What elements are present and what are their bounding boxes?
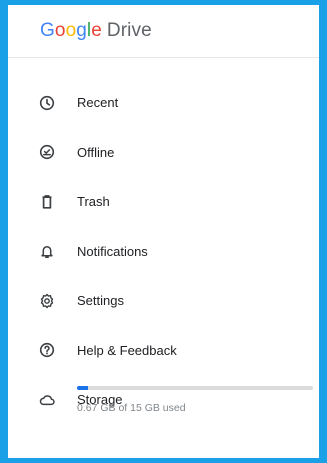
bell-icon [39,243,55,259]
help-icon [39,342,55,358]
google-drive-logo: Google Drive [40,20,152,41]
menu-item-label: Notifications [77,243,148,259]
menu-item-storage[interactable]: Storage [8,375,319,425]
trash-icon [39,194,55,210]
menu-item-label: Recent [77,95,119,111]
storage-usage-text: 0.67 GB of 15 GB used [77,402,186,414]
storage-progress-bar [77,386,313,390]
storage-progress-fill [77,386,88,390]
menu-item-notifications[interactable]: Notifications [8,227,319,277]
cloud-icon [39,392,55,408]
menu-item-recent[interactable]: Recent [8,78,319,128]
gear-icon [39,293,55,309]
menu-item-label: Offline [77,144,115,160]
menu-item-label: Trash [77,194,110,210]
menu-item-label: Settings [77,293,124,309]
drive-navigation-drawer: Google Drive Recent Offline Trash Notifi… [8,5,319,458]
drawer-menu: Recent Offline Trash Notifications Setti… [8,58,319,425]
clock-icon [39,95,55,111]
menu-item-label: Help & Feedback [77,342,177,358]
menu-item-trash[interactable]: Trash [8,177,319,227]
offline-check-icon [39,144,55,160]
menu-item-settings[interactable]: Settings [8,276,319,326]
drawer-header: Google Drive [8,5,319,58]
menu-item-offline[interactable]: Offline [8,128,319,178]
menu-item-help-feedback[interactable]: Help & Feedback [8,326,319,376]
product-name: Drive [106,20,152,41]
